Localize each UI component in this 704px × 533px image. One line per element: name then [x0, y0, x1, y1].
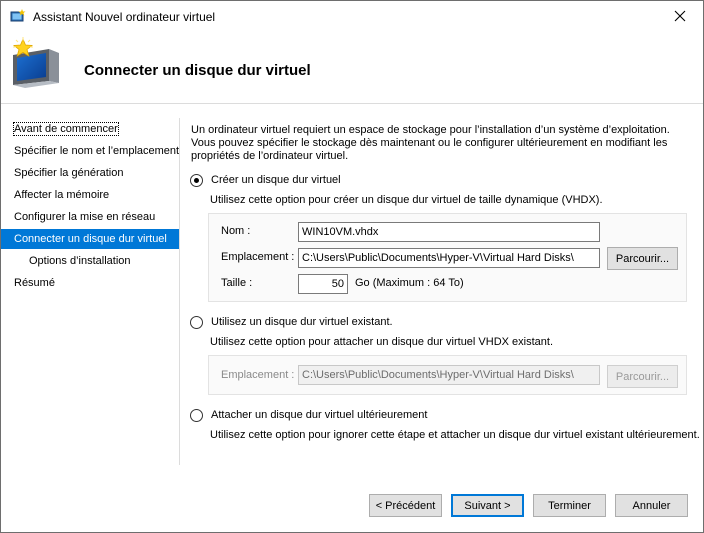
existing-location-input[interactable]: C:\Users\Public\Documents\Hyper-V\Virtua…	[298, 365, 600, 385]
step-memoire[interactable]: Affecter la mémoire	[1, 185, 179, 205]
intro-text: Un ordinateur virtuel requiert un espace…	[191, 124, 670, 162]
radio-existing-vhd[interactable]: Utilisez un disque dur virtuel existant.	[190, 314, 393, 330]
size-label: Taille :	[221, 277, 253, 289]
step-generation[interactable]: Spécifier la génération	[1, 163, 179, 183]
step-label: Connecter un disque dur virtuel	[14, 233, 167, 245]
step-disque-dur-virtuel[interactable]: Connecter un disque dur virtuel	[1, 229, 179, 249]
create-description: Utilisez cette option pour créer un disq…	[210, 194, 603, 206]
radio-attach-later[interactable]: Attacher un disque dur virtuel ultérieur…	[190, 407, 427, 423]
step-label: Options d’installation	[29, 255, 131, 267]
hyper-v-wizard-icon	[10, 9, 26, 22]
wizard-window: Assistant Nouvel ordinateur virtuel Conn…	[0, 0, 704, 533]
step-resume[interactable]: Résumé	[1, 273, 179, 293]
step-nom-emplacement[interactable]: Spécifier le nom et l’emplacement	[1, 141, 179, 161]
vhd-size-input[interactable]: 50	[298, 274, 348, 294]
radio-button[interactable]	[190, 315, 203, 329]
step-label: Avant de commencer	[13, 122, 119, 136]
close-icon	[674, 10, 686, 22]
page-title: Connecter un disque dur virtuel	[84, 62, 311, 79]
radio-create-label: Créer un disque dur virtuel	[211, 174, 341, 186]
radio-later-label: Attacher un disque dur virtuel ultérieur…	[211, 409, 428, 421]
computer-monitor-star-icon	[12, 37, 59, 88]
step-label: Configurer la mise en réseau	[14, 211, 156, 223]
name-label: Nom :	[221, 225, 251, 237]
step-reseau[interactable]: Configurer la mise en réseau	[1, 207, 179, 227]
wizard-header: Connecter un disque dur virtuel	[1, 31, 703, 104]
vhd-location-input[interactable]: C:\Users\Public\Documents\Hyper-V\Virtua…	[298, 248, 600, 268]
next-button[interactable]: Suivant >	[451, 494, 524, 517]
radio-button-checked[interactable]	[190, 173, 203, 187]
radio-existing-label: Utilisez un disque dur virtuel existant.	[211, 316, 393, 328]
existing-vhd-group: Emplacement : C:\Users\Public\Documents\…	[208, 355, 687, 395]
step-label: Affecter la mémoire	[14, 189, 110, 201]
radio-create-vhd[interactable]: Créer un disque dur virtuel	[190, 172, 341, 188]
step-label: Spécifier le nom et l’emplacement	[14, 145, 180, 157]
location-label: Emplacement :	[221, 251, 295, 263]
later-description: Utilisez cette option pour ignorer cette…	[210, 429, 700, 441]
step-avant-de-commencer[interactable]: Avant de commencer	[1, 119, 179, 139]
radio-button[interactable]	[190, 408, 203, 422]
cancel-button[interactable]: Annuler	[615, 494, 688, 517]
previous-button[interactable]: < Précédent	[369, 494, 442, 517]
finish-button[interactable]: Terminer	[533, 494, 606, 517]
browse-button[interactable]: Parcourir...	[607, 247, 678, 270]
window-title: Assistant Nouvel ordinateur virtuel	[33, 10, 216, 24]
step-options-installation[interactable]: Options d’installation	[1, 251, 179, 271]
existing-location-label: Emplacement :	[221, 369, 295, 381]
existing-description: Utilisez cette option pour attacher un d…	[210, 336, 554, 348]
step-label: Résumé	[14, 277, 55, 289]
step-label: Spécifier la génération	[14, 167, 124, 179]
vhd-name-input[interactable]: WIN10VM.vhdx	[298, 222, 600, 242]
size-unit-label: Go (Maximum : 64 To)	[355, 277, 464, 289]
create-vhd-group: Nom : WIN10VM.vhdx Emplacement : C:\User…	[208, 213, 687, 302]
close-button[interactable]	[657, 1, 703, 31]
title-bar: Assistant Nouvel ordinateur virtuel	[1, 1, 703, 31]
existing-browse-button[interactable]: Parcourir...	[607, 365, 678, 388]
wizard-steps-sidebar: Avant de commencer Spécifier le nom et l…	[1, 119, 179, 465]
sidebar-divider	[179, 118, 180, 465]
